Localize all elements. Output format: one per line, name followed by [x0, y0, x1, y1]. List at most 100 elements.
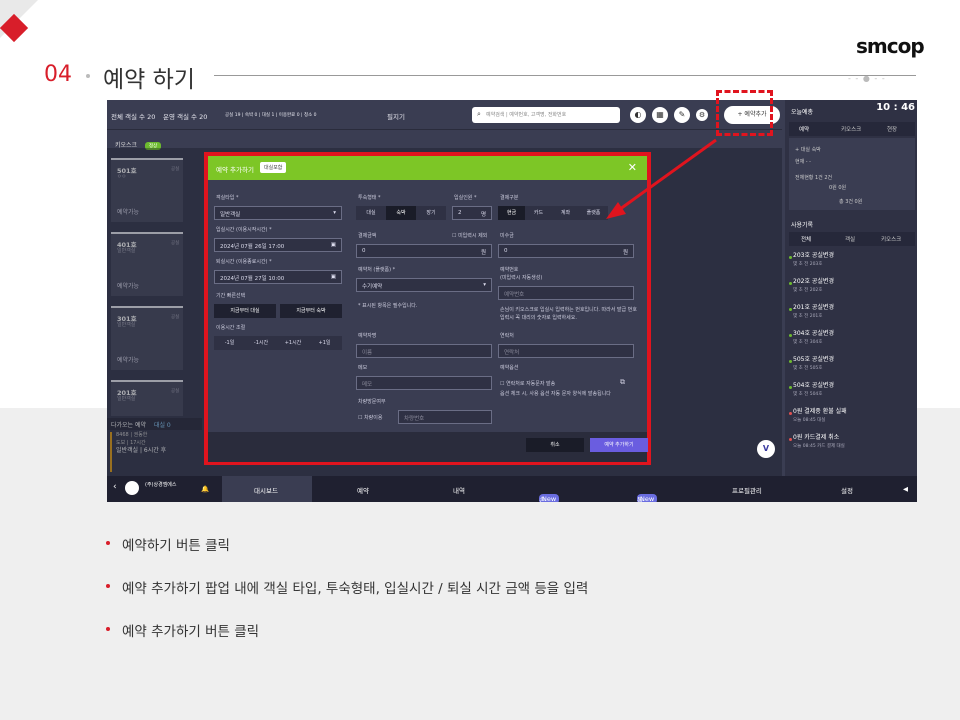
history-title-text: 504호 공실변경 — [793, 382, 834, 389]
nav-item-profile[interactable]: 프로필관리 — [732, 485, 762, 495]
right-tabs: 예약 키오스크 현장 — [789, 122, 915, 136]
operating-rooms: 운영 객실 수 20 — [163, 113, 208, 121]
name-label: 예약자명 — [358, 333, 377, 339]
bell-icon[interactable]: 🔔 — [201, 485, 209, 493]
stay-type-group: 대실 숙박 장기 — [356, 206, 446, 220]
memo-field[interactable]: 메모 — [356, 376, 492, 390]
room-type-select[interactable]: 일반객실 ▾ — [214, 206, 342, 220]
external-link-icon[interactable]: ⧉ — [620, 378, 625, 387]
partial-checkbox[interactable]: ☐ 미입력시 제외 — [452, 232, 487, 239]
quick-day-button[interactable]: 지금부터 대실 — [214, 304, 276, 318]
checkin-field[interactable]: 2024년 07월 26일 17:00 ▣ — [214, 238, 342, 252]
calendar-icon: ▣ — [330, 274, 336, 280]
nav-item-settings[interactable]: 설정 — [841, 485, 853, 495]
resno-sub: (미입력시 자동생성) — [500, 275, 543, 281]
divider-ornament: - - ● - - — [848, 74, 886, 83]
instruction-text: 예약하기 버튼 클릭 — [122, 538, 230, 554]
palette-icon[interactable]: ◐ — [630, 107, 646, 123]
pay-platform[interactable]: 플랫폼 — [579, 206, 608, 220]
adjust-label: 이용시간 조절 — [216, 325, 246, 331]
history-item[interactable]: 0원 카드결제 취소 오늘 08:45 카드 결제 대실 — [789, 432, 913, 456]
history-tab-kiosk[interactable]: 키오스크 — [881, 235, 901, 243]
nav-item-reservation[interactable]: 예약 — [357, 485, 369, 495]
stay-night[interactable]: 숙박 — [386, 206, 416, 220]
avatar — [125, 481, 139, 495]
pay-account[interactable]: 계좌 — [552, 206, 579, 220]
stay-day[interactable]: 대실 — [356, 206, 386, 220]
history-item[interactable]: 304호 공실변경 몇 초 전 304호 — [789, 328, 913, 352]
summary-row: 0원 0원 — [829, 185, 847, 191]
quick-select-label: 기간 빠른선택 — [216, 293, 246, 299]
clock: 10 : 46 — [876, 102, 915, 113]
nav-item-history[interactable]: 내역 — [453, 485, 465, 495]
guests-unit: 명 — [480, 212, 486, 218]
pay-card[interactable]: 카드 — [525, 206, 552, 220]
history-sub: 몇 초 전 304호 — [793, 340, 823, 345]
summary-row: + 대실 숙박 — [795, 147, 821, 153]
instruction-item: 예약 추가하기 버튼 클릭 — [106, 620, 588, 640]
grid-icon[interactable]: ▦ — [652, 107, 668, 123]
v-icon[interactable]: V — [757, 440, 775, 458]
close-icon[interactable]: ✕ — [628, 161, 637, 174]
option-label: 예약옵션 — [500, 365, 519, 371]
history-tab-all[interactable]: 전체 — [801, 235, 811, 243]
name-field[interactable]: 이름 — [356, 344, 492, 358]
history-item[interactable]: 0원 결제중 환불 실패 오늘 08:45 대실 — [789, 406, 913, 430]
tab-onsite[interactable]: 현장 — [887, 125, 897, 133]
history-title-text: 505호 공실변경 — [793, 356, 834, 363]
confirm-add-button[interactable]: 예약 추가하기 — [590, 438, 648, 452]
payment-group: 현금 카드 계좌 플랫폼 — [498, 206, 608, 220]
amount-label: 결제금액 — [358, 233, 377, 239]
history-item[interactable]: 504호 공실변경 몇 초 전 504호 — [789, 380, 913, 404]
summary-row: 현재 - - — [795, 159, 811, 165]
tab-kiosk[interactable]: 키오스크 — [841, 125, 861, 133]
sms-label: 연락처로 자동문자 발송 — [506, 381, 556, 387]
adjust-plus-hour[interactable]: +1시간 — [277, 336, 309, 350]
history-item[interactable]: 505호 공실변경 몇 초 전 505호 — [789, 354, 913, 378]
guests-label: 입실인원 * — [454, 195, 477, 201]
payment-label: 결제구분 — [500, 195, 519, 201]
memo-placeholder: 메모 — [362, 382, 373, 388]
unpaid-field[interactable]: 0원 — [498, 244, 634, 258]
logo: smcop — [856, 34, 925, 58]
back-icon[interactable]: ‹ — [113, 482, 117, 492]
adjust-group: -1일 -1시간 +1시간 +1일 — [214, 336, 342, 350]
history-item[interactable]: 202호 공실변경 몇 초 전 202호 — [789, 276, 913, 300]
history-title-text: 0원 결제중 환불 실패 — [793, 408, 847, 415]
edit-icon[interactable]: ✎ — [674, 107, 690, 123]
cancel-button[interactable]: 취소 — [526, 438, 584, 452]
filter-dropdown[interactable]: 필지기 — [387, 111, 405, 121]
sms-note: 옵션 체크 시, 사용 옵션 자동 문자 양식에 발송됩니다 — [500, 391, 611, 397]
amount-unit: 원 — [480, 250, 486, 256]
history-title-text: 202호 공실변경 — [793, 278, 834, 285]
name-placeholder: 이름 — [362, 350, 373, 356]
checkout-field[interactable]: 2024년 07월 27일 10:00 ▣ — [214, 270, 342, 284]
adjust-minus-hour[interactable]: -1시간 — [245, 336, 277, 350]
history-item[interactable]: 203호 공실변경 몇 초 전 203호 — [789, 250, 913, 274]
phone-label: 연락처 — [500, 333, 514, 339]
stay-type-label: 투숙형태 * — [358, 195, 381, 201]
quick-night-button[interactable]: 지금부터 숙박 — [280, 304, 342, 318]
gear-icon[interactable]: ⚙ — [696, 109, 708, 121]
history-tab-room[interactable]: 객실 — [845, 235, 855, 243]
adjust-minus-day[interactable]: -1일 — [214, 336, 245, 350]
amount-field[interactable]: 0원 — [356, 244, 492, 258]
car-checkbox[interactable]: ☐ 차량이용 — [358, 414, 382, 421]
resno-field[interactable]: 예약번호 — [498, 286, 634, 300]
bullet-dot — [106, 541, 110, 545]
adjust-plus-day[interactable]: +1일 — [309, 336, 340, 350]
stay-long[interactable]: 장기 — [416, 206, 446, 220]
channel-select[interactable]: 수기예약 ▾ — [356, 278, 492, 292]
speaker-icon[interactable]: ◀ — [903, 485, 908, 493]
guests-field[interactable]: 2명 — [452, 206, 492, 220]
phone-field[interactable]: 연락처 — [498, 344, 634, 358]
section-number: 04 — [44, 62, 72, 87]
sms-checkbox[interactable]: ☐ 연락처로 자동문자 발송 — [500, 380, 555, 387]
checkin-value: 2024년 07월 26일 17:00 — [220, 244, 285, 250]
tab-reservation[interactable]: 예약 — [799, 125, 809, 133]
car-number-field[interactable]: 차량번호 — [398, 410, 492, 424]
pay-cash[interactable]: 현금 — [498, 206, 525, 220]
history-item[interactable]: 201호 공실변경 몇 초 전 201호 — [789, 302, 913, 326]
search-input[interactable]: ⌕ 예약검색 | 예약번호, 고객명, 전화번호 — [472, 107, 620, 123]
company-name: (주)상경엠에스 — [145, 482, 177, 488]
